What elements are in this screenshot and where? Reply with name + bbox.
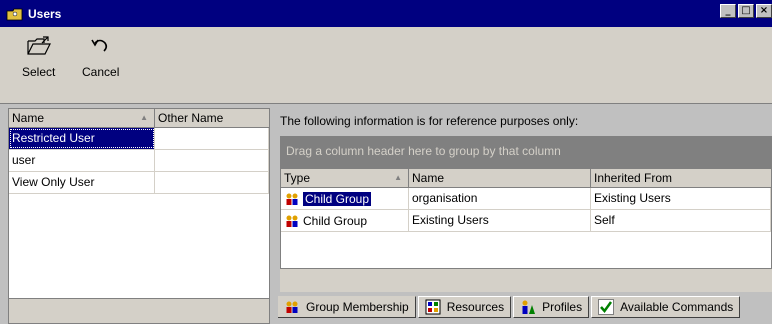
sort-ascending-icon: ▲: [140, 113, 148, 122]
details-row[interactable]: Child Group Existing Users Self: [281, 210, 771, 232]
column-header-other-name[interactable]: Other Name: [155, 109, 269, 127]
user-name-cell: View Only User: [9, 172, 155, 193]
tab-group-membership[interactable]: Group Membership: [278, 296, 416, 318]
tab-profiles[interactable]: Profiles: [513, 296, 590, 318]
group-by-panel[interactable]: Drag a column header here to group by th…: [280, 136, 772, 168]
name-cell: Existing Users: [409, 210, 591, 231]
column-header-type[interactable]: Type ▲: [281, 169, 409, 187]
window-titlebar: Users _ □ ×: [0, 0, 772, 27]
profiles-icon: [522, 300, 536, 314]
close-button[interactable]: ×: [756, 4, 772, 18]
users-grid: Name ▲ Other Name Restricted User user V…: [8, 108, 270, 324]
inherited-from-cell: Existing Users: [591, 188, 771, 209]
tab-strip: Group Membership Resources Profiles Avai…: [278, 296, 742, 318]
sort-ascending-icon: ▲: [394, 173, 402, 182]
users-folder-icon: [6, 8, 23, 20]
group-icon: [286, 301, 298, 313]
open-folder-icon: [27, 36, 51, 55]
reference-info-text: The following information is for referen…: [280, 114, 579, 128]
user-row[interactable]: View Only User: [9, 172, 269, 194]
details-grid: Type ▲ Name Inherited From Child Group o…: [280, 168, 772, 284]
type-cell: Child Group: [281, 188, 409, 209]
details-grid-header: Type ▲ Name Inherited From: [281, 169, 771, 188]
name-cell: organisation: [409, 188, 591, 209]
type-cell: Child Group: [281, 210, 409, 231]
group-icon: [286, 193, 298, 205]
users-grid-header: Name ▲ Other Name: [9, 109, 269, 128]
details-grid-footer: [280, 268, 772, 292]
window-title: Users: [28, 6, 62, 21]
cancel-label: Cancel: [82, 65, 120, 79]
column-header-name[interactable]: Name ▲: [9, 109, 155, 127]
inherited-from-cell: Self: [591, 210, 771, 231]
tab-available-commands[interactable]: Available Commands: [591, 296, 741, 318]
cancel-button[interactable]: Cancel: [82, 35, 119, 79]
select-button[interactable]: Select: [22, 35, 55, 79]
user-name-cell: Restricted User: [9, 128, 155, 149]
minimize-button[interactable]: _: [720, 4, 736, 18]
undo-icon: [90, 39, 107, 52]
checkmark-icon: [598, 299, 615, 315]
toolbar: Select Cancel: [0, 27, 772, 104]
details-pane: The following information is for referen…: [272, 108, 772, 324]
group-icon: [286, 215, 298, 227]
user-other-name-cell: [155, 172, 269, 193]
user-row[interactable]: Restricted User: [9, 128, 269, 150]
column-header-name[interactable]: Name: [409, 169, 591, 187]
select-label: Select: [22, 65, 56, 79]
resources-icon: [425, 299, 441, 315]
user-other-name-cell: [155, 150, 269, 171]
details-row[interactable]: Child Group organisation Existing Users: [281, 188, 771, 210]
users-grid-footer: [9, 298, 269, 323]
user-name-cell: user: [9, 150, 155, 171]
tab-resources[interactable]: Resources: [417, 296, 512, 318]
user-row[interactable]: user: [9, 150, 269, 172]
user-other-name-cell: [155, 128, 269, 149]
column-header-inherited-from[interactable]: Inherited From: [591, 169, 771, 187]
maximize-button[interactable]: □: [738, 4, 754, 18]
